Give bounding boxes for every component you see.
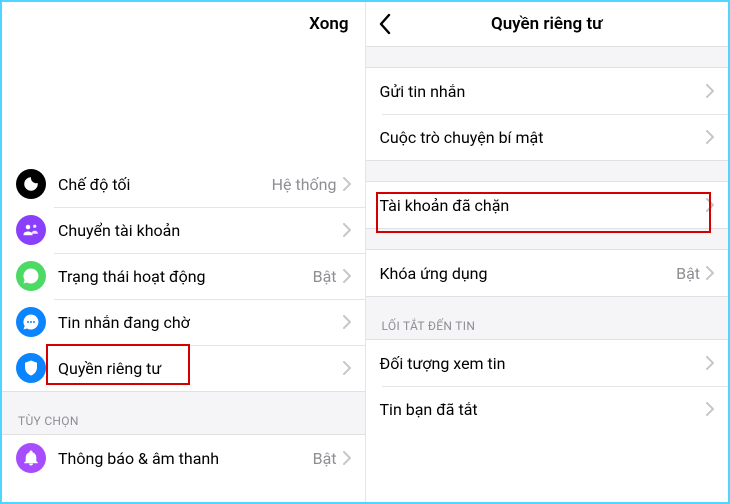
chevron-right-icon (706, 356, 714, 370)
section-label: TÙY CHỌN (18, 414, 79, 428)
switch-account-icon (16, 215, 46, 245)
left-header: Xong (2, 2, 365, 46)
settings-pane: Xong Chế độ tối Hệ thống Chuyển tài khoả… (2, 2, 366, 502)
row-dark-mode[interactable]: Chế độ tối Hệ thống (2, 161, 365, 207)
section-gap (366, 46, 729, 68)
row-label: Tin nhắn đang chờ (58, 313, 343, 332)
row-value: Bật (313, 267, 337, 286)
active-status-icon (16, 261, 46, 291)
chevron-right-icon (706, 266, 714, 280)
done-button[interactable]: Xong (309, 14, 348, 34)
row-label: Trạng thái hoạt động (58, 267, 313, 286)
row-label: Quyền riêng tư (58, 359, 343, 378)
row-label: Đối tượng xem tin (380, 354, 707, 373)
row-story-audience[interactable]: Đối tượng xem tin (366, 340, 729, 386)
row-active-status[interactable]: Trạng thái hoạt động Bật (2, 253, 365, 299)
chevron-right-icon (343, 177, 351, 191)
row-label: Tin bạn đã tắt (380, 400, 707, 419)
row-send-message[interactable]: Gửi tin nhắn (366, 68, 729, 114)
moon-icon (16, 169, 46, 199)
row-value: Bật (676, 264, 700, 283)
row-label: Chế độ tối (58, 175, 272, 194)
chevron-right-icon (706, 84, 714, 98)
row-label: Gửi tin nhắn (380, 82, 707, 101)
row-label: Tài khoản đã chặn (380, 196, 707, 215)
section-gap (366, 228, 729, 250)
message-requests-icon (16, 307, 46, 337)
row-blocked-accounts[interactable]: Tài khoản đã chặn (366, 182, 729, 228)
chevron-right-icon (706, 130, 714, 144)
chevron-right-icon (706, 402, 714, 416)
row-value: Bật (313, 449, 337, 468)
chevron-left-icon (378, 13, 391, 35)
row-label: Thông báo & âm thanh (58, 449, 313, 468)
chevron-right-icon (343, 269, 351, 283)
chevron-right-icon (706, 198, 714, 212)
row-privacy[interactable]: Quyền riêng tư (2, 345, 365, 391)
privacy-pane: Quyền riêng tư Gửi tin nhắn Cuộc trò chu… (366, 2, 729, 502)
right-header: Quyền riêng tư (366, 2, 729, 46)
row-value: Hệ thống (272, 175, 337, 194)
row-app-lock[interactable]: Khóa ứng dụng Bật (366, 250, 729, 296)
row-label: Khóa ứng dụng (380, 264, 677, 283)
back-button[interactable] (378, 13, 391, 35)
row-secret-conversations[interactable]: Cuộc trò chuyện bí mật (366, 114, 729, 160)
chevron-right-icon (343, 361, 351, 375)
shield-icon (16, 353, 46, 383)
row-notifications[interactable]: Thông báo & âm thanh Bật (2, 435, 365, 481)
chevron-right-icon (343, 223, 351, 237)
row-label: Cuộc trò chuyện bí mật (380, 128, 707, 147)
chevron-right-icon (343, 315, 351, 329)
section-header-options: TÙY CHỌN (2, 391, 365, 435)
chevron-right-icon (343, 451, 351, 465)
section-gap (366, 160, 729, 182)
section-header-story: LỐI TẮT ĐẾN TIN (366, 296, 729, 340)
row-label: Chuyển tài khoản (58, 221, 343, 240)
page-title: Quyền riêng tư (491, 14, 603, 34)
section-label: LỐI TẮT ĐẾN TIN (382, 319, 476, 333)
row-message-requests[interactable]: Tin nhắn đang chờ (2, 299, 365, 345)
bell-icon (16, 443, 46, 473)
row-switch-account[interactable]: Chuyển tài khoản (2, 207, 365, 253)
row-muted-stories[interactable]: Tin bạn đã tắt (366, 386, 729, 432)
